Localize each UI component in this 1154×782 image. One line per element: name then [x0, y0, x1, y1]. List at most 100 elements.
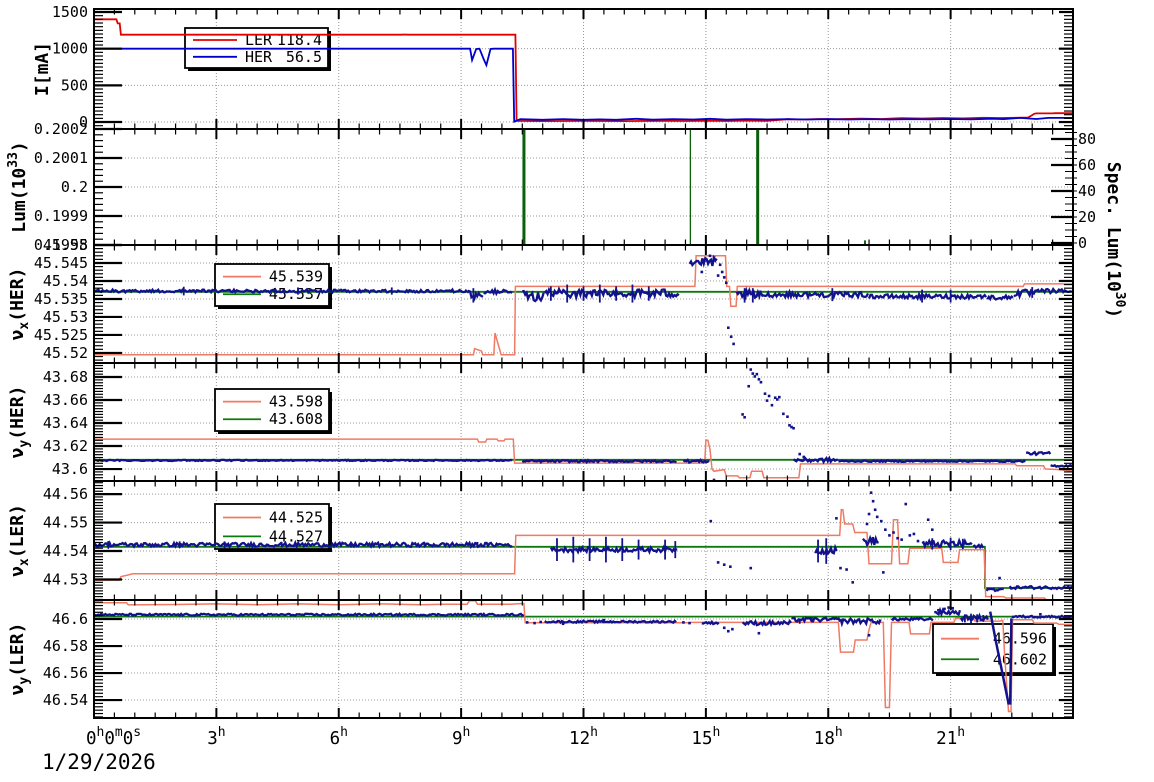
- data-point: [755, 372, 759, 376]
- legend-label: LER: [245, 31, 273, 49]
- right-tick-label: 0: [1078, 234, 1087, 252]
- x-tick-label: 6h: [330, 725, 348, 749]
- right-tick-label: 40: [1078, 182, 1096, 200]
- data-point: [708, 254, 712, 258]
- data-point: [724, 281, 728, 285]
- y-tick-label: 45.525: [34, 326, 88, 344]
- data-point: [716, 561, 720, 564]
- legend-value: 43.598: [269, 393, 323, 411]
- data-point: [747, 384, 751, 388]
- series-nux-ler-meas: [921, 537, 973, 550]
- data-point: [722, 276, 726, 279]
- y-tick-label: 0.2: [61, 178, 88, 196]
- data-point: [770, 403, 774, 407]
- data-point: [835, 516, 838, 520]
- data-point: [539, 620, 542, 624]
- data-point: [792, 426, 795, 430]
- panel-beam-current: LER 118.4HER 56.5: [95, 10, 1072, 128]
- data-point: [869, 491, 873, 494]
- data-point: [759, 380, 763, 384]
- y-tick-label: 45.545: [34, 254, 88, 272]
- y-tick-label: 43.62: [43, 437, 88, 455]
- data-point: [749, 566, 753, 570]
- y-tick-label: 45.535: [34, 290, 88, 308]
- data-point: [882, 571, 885, 574]
- data-point: [763, 392, 767, 396]
- series-nux-ler-meas: [861, 534, 879, 548]
- series-nux-her-meas: [688, 254, 718, 268]
- data-point: [533, 621, 536, 625]
- x-tick-label: 15h: [691, 725, 720, 749]
- date-label: 1/29/2026: [42, 750, 156, 774]
- data-point: [720, 270, 724, 274]
- x-tick-label: 18h: [814, 725, 843, 749]
- y-tick-label: 44.54: [43, 542, 88, 560]
- data-point: [798, 452, 801, 456]
- data-point: [867, 633, 871, 637]
- data-point: [908, 534, 912, 537]
- series-nux-ler-meas: [1008, 584, 1072, 591]
- data-point: [561, 622, 565, 626]
- data-point: [951, 606, 954, 610]
- data-point: [845, 568, 848, 571]
- series-nuy-her-meas: [682, 457, 710, 465]
- series-nux-ler-meas: [95, 539, 513, 550]
- y-tick-label: 0.1999: [34, 207, 88, 225]
- data-point: [743, 415, 746, 419]
- legend-value: 43.608: [269, 410, 323, 428]
- x-tick-label: 3h: [207, 725, 225, 749]
- data-point: [778, 395, 781, 399]
- data-point: [732, 342, 735, 346]
- data-point: [782, 412, 785, 416]
- data-point: [722, 563, 726, 566]
- y-axis-title-luminosity: Lum(1033): [6, 141, 30, 233]
- y-tick-label: 43.66: [43, 391, 88, 409]
- data-point: [884, 528, 887, 531]
- data-point: [947, 606, 950, 609]
- series-nux-her-meas: [759, 288, 870, 301]
- y-tick-label: 44.56: [43, 485, 88, 503]
- series-nux-ler-meas: [985, 587, 1005, 593]
- series-nuy-ler-meas: [95, 612, 525, 618]
- data-point: [729, 335, 733, 339]
- data-point: [753, 375, 757, 378]
- data-point: [896, 536, 899, 540]
- data-point: [943, 607, 946, 611]
- y-tick-label: 45.54: [43, 272, 88, 290]
- data-point: [888, 534, 891, 537]
- x-tick-label: 12h: [569, 725, 598, 749]
- legend-label: HER: [245, 48, 273, 66]
- x-tick-label: 0h0m0s: [86, 725, 141, 749]
- y-tick-label: 45.52: [43, 344, 88, 362]
- right-tick-label: 80: [1078, 130, 1096, 148]
- y-tick-label: 43.68: [43, 368, 88, 386]
- data-point: [865, 522, 869, 526]
- strip-chart-window: LER 118.4 HER 56.5 1500 1000 500 0 I[mA] 0.2002 0.…: [0, 0, 1154, 782]
- data-point: [767, 394, 771, 398]
- y-tick-label: 46.54: [43, 691, 88, 709]
- series-nuy-her-meas: [95, 458, 513, 463]
- y-axis-title-beam-current: I[mA]: [32, 42, 53, 96]
- panel-nux-her: 45.53945.537: [95, 246, 1072, 362]
- y-axis-title-nuy-her: νy(HER): [7, 386, 32, 459]
- data-point: [727, 629, 730, 633]
- data-point: [749, 368, 753, 371]
- data-point: [871, 499, 875, 503]
- legend-value: 45.539: [269, 268, 323, 286]
- data-point: [722, 626, 726, 630]
- x-tick-label: 9h: [452, 725, 470, 749]
- series-nux-her-meas: [986, 293, 1014, 302]
- data-point: [757, 631, 761, 635]
- legend-value: 46.596: [993, 630, 1047, 648]
- data-point: [751, 372, 755, 375]
- data-point: [839, 566, 842, 570]
- data-point: [998, 576, 1001, 580]
- y-tick-label: 500: [61, 76, 88, 94]
- data-point: [729, 565, 732, 568]
- y-tick-label: 45.53: [43, 308, 88, 326]
- y-tick-label: 1500: [52, 3, 88, 21]
- data-point: [879, 519, 883, 523]
- data-point: [875, 515, 879, 519]
- y-axis-title-nux-ler: νx(LER): [7, 504, 32, 577]
- data-point: [757, 378, 761, 381]
